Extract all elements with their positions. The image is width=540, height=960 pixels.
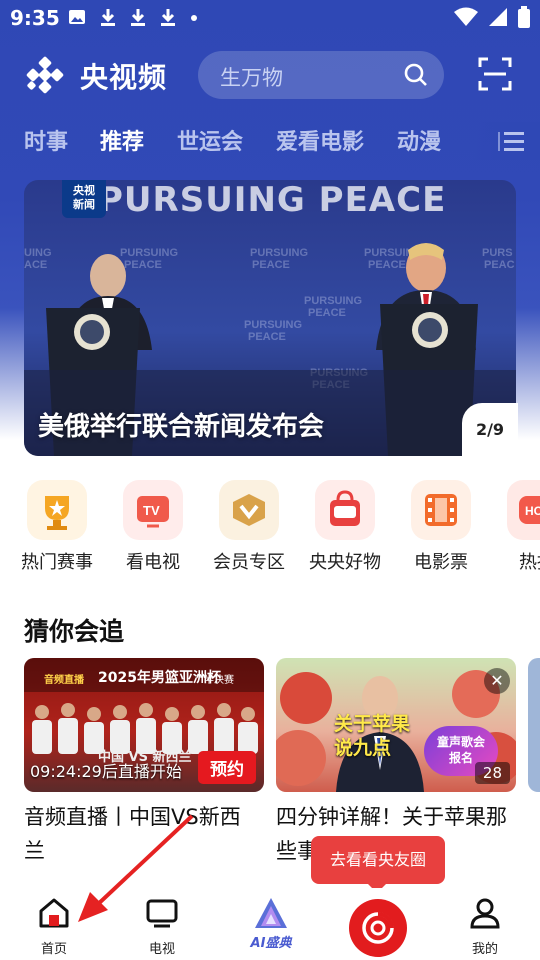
image-count-badge: 28	[474, 762, 510, 784]
search-icon[interactable]	[404, 63, 428, 87]
svg-text:PURSUING: PURSUING	[244, 319, 302, 331]
app-name: 央视频	[80, 61, 168, 94]
quick-item-vip[interactable]: 会员专区	[201, 480, 297, 574]
wifi-icon	[454, 7, 478, 26]
reserve-button[interactable]: 预约	[198, 751, 256, 784]
film-icon	[411, 480, 471, 540]
bottom-navigation: 首页 电视 AI盛典 我的	[0, 888, 540, 960]
quick-item-label: 电影票	[414, 552, 468, 573]
circle-friends-icon	[362, 912, 394, 944]
video-title[interactable]: 音频直播丨中国VS新西兰	[24, 800, 256, 868]
category-tabs: 时事 推荐 世运会 爱看电影 动漫	[0, 118, 540, 162]
video-title-partial[interactable]	[528, 808, 540, 858]
svg-text:PURSUING: PURSUING	[304, 295, 362, 307]
download-icon	[101, 9, 115, 26]
tv-icon	[146, 899, 178, 928]
home-icon	[39, 898, 69, 928]
banner-headline: 美俄举行联合新闻发布会	[38, 412, 325, 442]
quick-item-label: 热门赛事	[21, 552, 93, 573]
close-icon[interactable]: ✕	[484, 668, 510, 694]
svg-text:PEACE: PEACE	[124, 259, 162, 271]
search-box[interactable]: 生万物	[198, 51, 444, 99]
tab-world-games[interactable]: 世运会	[177, 124, 243, 156]
svg-text:PEACE: PEACE	[248, 331, 286, 343]
nav-label: 首页	[40, 942, 67, 957]
quick-item-movie-tickets[interactable]: 电影票	[393, 480, 489, 574]
vip-icon	[219, 480, 279, 540]
svg-text:PURSUING: PURSUING	[120, 247, 178, 259]
hero-banner[interactable]: PURSUING PEACE 央视 新闻 PURSUING PEACE UING AC…	[24, 180, 516, 456]
quick-item-label: 看电视	[126, 552, 180, 573]
nav-tv[interactable]: 电视	[122, 896, 202, 957]
logo-mark-icon	[24, 55, 68, 95]
app-logo: 央视频	[24, 55, 168, 96]
quick-item-label: 会员专区	[213, 552, 285, 573]
svg-text:TV: TV	[143, 503, 160, 518]
svg-text:PURS: PURS	[482, 247, 513, 259]
nav-label: 我的	[471, 942, 498, 957]
video-thumbnail[interactable]: 音频直播 2025年男篮亚洲杯 半决赛 中国 VS 新西兰 09:24:29后直…	[24, 658, 264, 792]
banner-page-indicator: 2/9	[462, 403, 518, 457]
tab-movies[interactable]: 爱看电影	[276, 124, 364, 156]
svg-text:UING: UING	[24, 247, 52, 259]
tv-icon: TV	[123, 480, 183, 540]
status-time: 9:35	[10, 6, 60, 30]
search-placeholder: 生万物	[220, 66, 283, 90]
live-countdown: 09:24:29后直播开始	[30, 762, 182, 781]
quick-item-hot[interactable]: HO 热播	[489, 480, 540, 574]
battery-icon	[518, 6, 530, 28]
quick-item-label: 热播	[519, 552, 540, 573]
video-thumbnail[interactable]: 关于苹果 说九点 童声歌会 报名 ✕ 28	[276, 658, 516, 792]
section-title: 猜你会追	[24, 617, 125, 646]
svg-text:PEAC: PEAC	[484, 259, 515, 271]
menu-icon[interactable]	[498, 130, 524, 152]
nav-home[interactable]: 首页	[14, 896, 94, 957]
profile-icon	[470, 898, 500, 929]
tab-news[interactable]: 时事	[24, 124, 68, 156]
scan-icon[interactable]	[478, 57, 512, 91]
svg-text:PURSUING: PURSUING	[250, 247, 308, 259]
svg-text:HO: HO	[525, 504, 540, 518]
hot-icon: HO	[507, 480, 540, 540]
signal-icon	[489, 8, 507, 26]
tab-fade	[468, 122, 540, 160]
quick-item-watch-tv[interactable]: TV 看电视	[105, 480, 201, 574]
tab-recommend[interactable]: 推荐	[100, 124, 144, 156]
nav-profile[interactable]: 我的	[445, 896, 525, 957]
tab-anime[interactable]: 动漫	[397, 124, 441, 156]
nav-label: AI盛典	[250, 936, 292, 951]
quick-item-label: 央央好物	[309, 552, 381, 573]
friends-circle-tooltip[interactable]: 去看看央友圈	[311, 836, 445, 893]
svg-text:PEACE: PEACE	[368, 259, 406, 271]
circle-friends-button[interactable]	[349, 899, 407, 957]
shopping-bag-icon	[315, 480, 375, 540]
nav-label: 电视	[148, 942, 175, 957]
svg-text:ACE: ACE	[24, 259, 47, 271]
svg-text:PEACE: PEACE	[252, 259, 290, 271]
svg-text:PEACE: PEACE	[308, 307, 346, 319]
quick-item-hot-events[interactable]: 热门赛事	[9, 480, 105, 574]
download-icon	[131, 9, 145, 26]
notification-icons	[68, 8, 198, 26]
nav-ai-gala[interactable]: AI盛典	[231, 896, 311, 951]
thumb-caption: 关于苹果 说九点	[334, 713, 411, 759]
status-bar: 9:35	[0, 0, 540, 36]
quick-item-goods[interactable]: 央央好物	[297, 480, 393, 574]
trophy-icon	[27, 480, 87, 540]
more-dot-icon	[191, 15, 197, 21]
download-icon	[161, 9, 175, 26]
quick-entries: 热门赛事 TV 看电视 会员专区 央央好物 电影票 HO 热播	[0, 480, 540, 580]
video-card[interactable]: 音频直播 2025年男篮亚洲杯 半决赛 中国 VS 新西兰 09:24:29后直…	[24, 658, 264, 868]
video-card-partial[interactable]	[528, 658, 540, 792]
image-icon	[69, 10, 85, 24]
